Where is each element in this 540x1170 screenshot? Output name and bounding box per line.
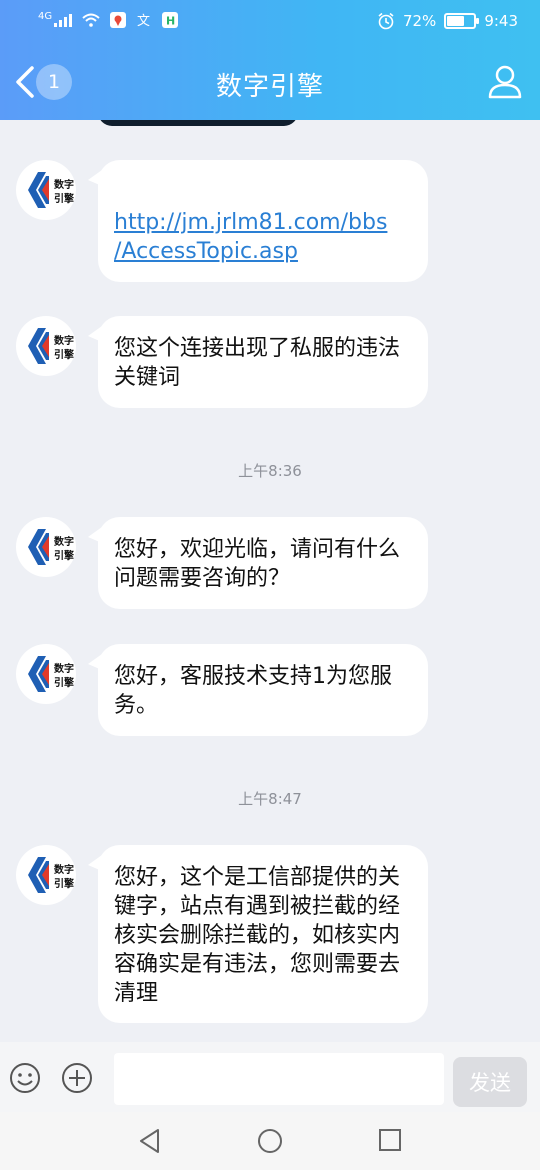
svg-text:文: 文 bbox=[137, 14, 150, 28]
svg-text:数字: 数字 bbox=[54, 863, 74, 876]
message-bubble[interactable]: 您好，欢迎光临，请问有什么问题需要咨询的？ bbox=[88, 517, 428, 609]
nav-bar: 1 数字引擎 bbox=[0, 44, 540, 120]
system-navigation-bar bbox=[0, 1112, 540, 1170]
contact-avatar[interactable]: 数字 引擎 bbox=[16, 160, 76, 220]
alarm-icon bbox=[378, 12, 394, 30]
contact-avatar[interactable]: 数字 引擎 bbox=[16, 845, 76, 905]
digital-engine-logo: 数字 引擎 bbox=[28, 328, 74, 364]
message-bubble[interactable]: 您好，这个是工信部提供的关键字，站点有遇到被拦截的经核实会删除拦截的，如核实内容… bbox=[88, 845, 428, 1023]
app-h-icon: H bbox=[162, 12, 179, 28]
contact-avatar[interactable]: 数字 引擎 bbox=[16, 517, 76, 577]
digital-engine-logo: 数字 引擎 bbox=[28, 529, 74, 565]
message-bubble[interactable]: http://jm.jrlm81.com/bbs/AccessTopic.asp bbox=[88, 160, 428, 282]
svg-text:引擎: 引擎 bbox=[54, 192, 74, 205]
digital-engine-logo: 数字 引擎 bbox=[28, 656, 74, 692]
svg-text:数字: 数字 bbox=[54, 535, 74, 548]
nav-recents-icon[interactable] bbox=[378, 1128, 402, 1152]
message-bubble[interactable]: 您好，客服技术支持1为您服务。 bbox=[88, 644, 428, 736]
wifi-icon bbox=[82, 13, 100, 27]
header-bar: 4G 文 H 72% 9:43 1 数字引擎 bbox=[0, 0, 540, 120]
nav-back-icon[interactable] bbox=[138, 1128, 162, 1154]
svg-text:数字: 数字 bbox=[54, 662, 74, 675]
previous-media-message[interactable] bbox=[98, 120, 298, 126]
svg-text:引擎: 引擎 bbox=[54, 549, 74, 562]
translate-icon: 文 bbox=[137, 14, 150, 28]
svg-text:引擎: 引擎 bbox=[54, 877, 74, 890]
network-type: 4G bbox=[38, 10, 53, 22]
contact-avatar[interactable]: 数字 引擎 bbox=[16, 644, 76, 704]
battery-percent: 72% bbox=[402, 12, 437, 30]
profile-icon[interactable] bbox=[486, 62, 524, 100]
svg-text:数字: 数字 bbox=[54, 334, 74, 347]
digital-engine-logo: 数字 引擎 bbox=[28, 172, 74, 208]
status-bar: 4G 文 H 72% 9:43 bbox=[0, 0, 540, 44]
svg-text:数字: 数字 bbox=[54, 178, 74, 191]
nav-home-icon[interactable] bbox=[257, 1128, 283, 1154]
chat-area[interactable]: 数字 引擎 http://jm.jrlm81.com/bbs/AccessTop… bbox=[0, 120, 540, 1042]
message-bubble[interactable]: 您这个连接出现了私服的违法关键词 bbox=[88, 316, 428, 408]
message-text: 您好，客服技术支持1为您服务。 bbox=[114, 664, 392, 718]
map-pin-icon bbox=[110, 12, 127, 28]
battery-icon bbox=[444, 13, 480, 29]
plus-icon[interactable] bbox=[61, 1062, 93, 1094]
message-link[interactable]: http://jm.jrlm81.com/bbs/AccessTopic.asp bbox=[114, 210, 387, 264]
message-text: 您好，欢迎光临，请问有什么问题需要咨询的？ bbox=[114, 537, 401, 591]
page-title: 数字引擎 bbox=[215, 72, 324, 102]
svg-text:引擎: 引擎 bbox=[54, 676, 74, 689]
input-bar: 发送 bbox=[0, 1042, 540, 1112]
message-text: 您这个连接出现了私服的违法关键词 bbox=[114, 336, 401, 390]
clock: 9:43 bbox=[484, 12, 518, 30]
send-button[interactable]: 发送 bbox=[453, 1057, 527, 1107]
signal-icon bbox=[54, 13, 73, 27]
svg-text:H: H bbox=[166, 15, 175, 28]
message-text: 您好，这个是工信部提供的关键字，站点有遇到被拦截的经核实会删除拦截的，如核实内容… bbox=[114, 865, 401, 1006]
timestamp: 上午8:47 bbox=[238, 790, 302, 808]
emoji-icon[interactable] bbox=[9, 1062, 41, 1094]
digital-engine-logo: 数字 引擎 bbox=[28, 857, 74, 893]
svg-text:引擎: 引擎 bbox=[54, 348, 74, 361]
contact-avatar[interactable]: 数字 引擎 bbox=[16, 316, 76, 376]
message-input[interactable] bbox=[114, 1053, 444, 1105]
timestamp: 上午8:36 bbox=[238, 462, 302, 480]
